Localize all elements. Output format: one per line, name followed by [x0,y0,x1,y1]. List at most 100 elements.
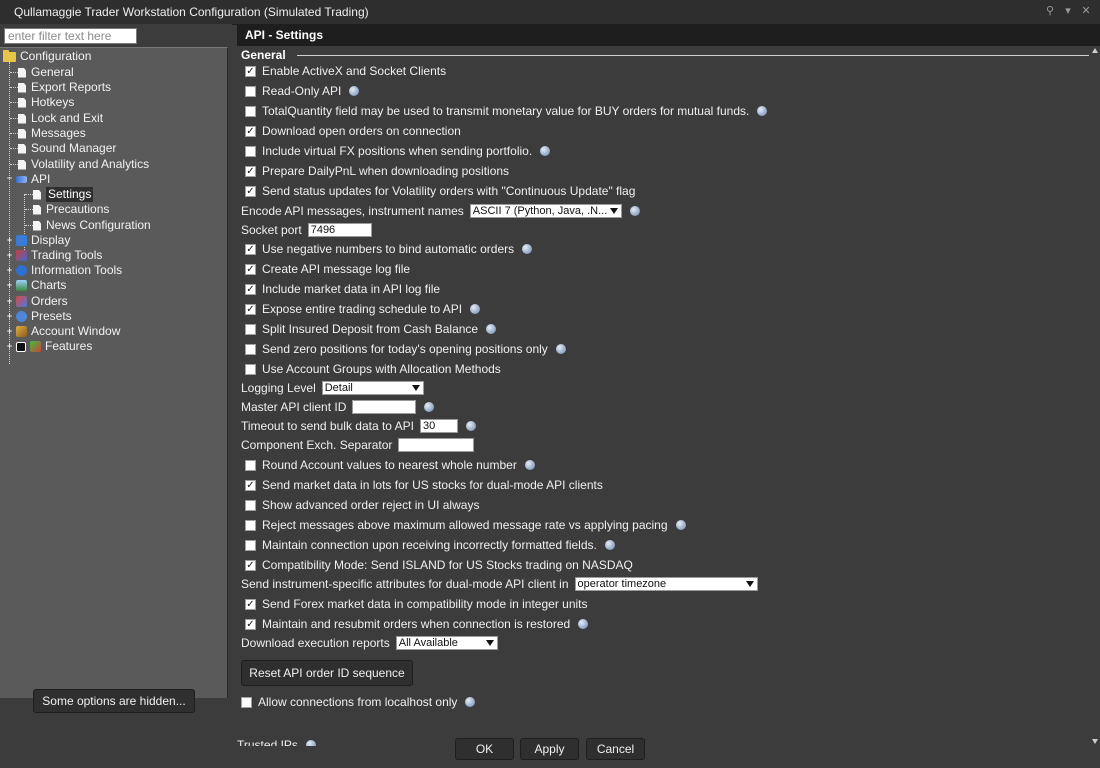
instrument-attributes-dropdown[interactable]: operator timezone [574,577,758,591]
tree-item-news-configuration[interactable]: News Configuration [33,218,151,233]
tree-item-trading-tools[interactable]: Trading Tools [16,248,102,263]
help-icon[interactable] [305,740,316,746]
checkbox[interactable]: ✓ [245,618,256,630]
tree-item-presets[interactable]: Presets [16,309,72,324]
expand-icon[interactable]: + [6,342,13,351]
chevron-down-icon[interactable]: ▾ [1062,4,1074,18]
encode-dropdown[interactable]: ASCII 7 (Python, Java, .N... [469,204,622,218]
checkbox[interactable]: ✓ [245,263,256,275]
checkbox[interactable] [245,85,256,97]
setting-localhost-only[interactable]: Allow connections from localhost only [241,693,476,711]
ok-button[interactable]: OK [455,738,514,760]
setting-maintain-connection[interactable]: Maintain connection upon receiving incor… [245,536,615,554]
help-icon[interactable] [524,460,535,470]
setting-expose-schedule[interactable]: ✓ Expose entire trading schedule to API [245,300,481,318]
setting-send-zero-positions[interactable]: Send zero positions for today's opening … [245,340,566,358]
master-client-id-input[interactable] [352,400,417,414]
setting-create-log[interactable]: ✓ Create API message log file [245,260,410,278]
apply-button[interactable]: Apply [520,738,579,760]
setting-market-data-lots[interactable]: ✓ Send market data in lots for US stocks… [245,476,603,494]
help-icon[interactable] [757,106,768,116]
expand-icon[interactable]: + [6,266,13,275]
checkbox[interactable] [241,696,252,708]
expand-icon[interactable]: + [6,251,13,260]
component-separator-input[interactable] [398,438,475,452]
tree-item-api[interactable]: API [16,172,50,187]
tree-item-lock-and-exit[interactable]: Lock and Exit [18,111,103,126]
help-icon[interactable] [604,540,615,550]
help-icon[interactable] [349,86,360,96]
setting-account-groups[interactable]: Use Account Groups with Allocation Metho… [245,360,501,378]
tree-item-account-window[interactable]: Account Window [16,324,120,339]
filter-input[interactable] [4,28,137,44]
tree-item-features[interactable]: Features [16,339,92,354]
setting-reject-messages[interactable]: Reject messages above maximum allowed me… [245,516,686,534]
help-icon[interactable] [522,244,533,254]
socket-port-input[interactable]: 7496 [307,223,372,237]
scroll-down-icon[interactable] [1092,739,1098,744]
checkbox[interactable] [245,519,256,531]
logging-level-dropdown[interactable]: Detail [321,381,424,395]
setting-download-open-orders[interactable]: ✓ Download open orders on connection [245,122,461,140]
checkbox[interactable]: ✓ [245,303,256,315]
help-icon[interactable] [466,421,476,431]
setting-daily-pnl[interactable]: ✓ Prepare DailyPnL when downloading posi… [245,162,509,180]
setting-total-quantity[interactable]: TotalQuantity field may be used to trans… [245,102,768,120]
help-icon[interactable] [555,344,566,354]
tree-item-settings[interactable]: Settings [33,187,94,202]
help-icon[interactable] [578,619,589,629]
help-icon[interactable] [540,146,551,156]
expand-icon[interactable]: + [6,281,13,290]
tree-item-orders[interactable]: Orders [16,294,68,309]
checkbox[interactable]: ✓ [245,559,256,571]
expand-icon[interactable]: + [6,327,13,336]
help-icon[interactable] [470,304,481,314]
tree-item-hotkeys[interactable]: Hotkeys [18,95,74,110]
checkbox[interactable]: ✓ [245,243,256,255]
tree-item-export-reports[interactable]: Export Reports [18,80,111,95]
setting-virtual-fx[interactable]: Include virtual FX positions when sendin… [245,142,551,160]
checkbox[interactable] [245,539,256,551]
help-icon[interactable] [465,697,476,707]
checkbox[interactable] [245,145,256,157]
help-icon[interactable] [629,206,640,216]
setting-split-insured[interactable]: Split Insured Deposit from Cash Balance [245,320,497,338]
tree-item-information-tools[interactable]: Information Tools [16,263,122,278]
tree-item-configuration[interactable]: Configuration [3,49,91,64]
execution-reports-dropdown[interactable]: All Available [395,636,498,650]
expand-icon[interactable]: + [6,297,13,306]
checkbox[interactable] [245,343,256,355]
setting-read-only-api[interactable]: Read-Only API [245,82,360,100]
setting-round-account[interactable]: Round Account values to nearest whole nu… [245,456,535,474]
close-icon[interactable]: ✕ [1080,4,1092,18]
setting-forex-integer[interactable]: ✓ Send Forex market data in compatibilit… [245,595,588,613]
collapse-icon[interactable]: − [6,174,13,183]
setting-negative-numbers[interactable]: ✓ Use negative numbers to bind automatic… [245,240,533,258]
tree-item-messages[interactable]: Messages [18,126,86,141]
checkbox[interactable]: ✓ [245,65,256,77]
help-icon[interactable] [486,324,497,334]
reset-order-id-button[interactable]: Reset API order ID sequence [241,660,413,686]
checkbox[interactable] [245,323,256,335]
tree-item-volatility-and-analytics[interactable]: Volatility and Analytics [18,157,149,172]
timeout-input[interactable]: 30 [420,419,458,433]
vertical-scrollbar[interactable] [1090,46,1100,746]
checkbox[interactable]: ✓ [245,479,256,491]
checkbox[interactable] [245,363,256,375]
expand-icon[interactable]: + [6,312,13,321]
cancel-button[interactable]: Cancel [586,738,645,760]
some-options-hidden-button[interactable]: Some options are hidden... [33,689,195,713]
setting-compatibility-mode[interactable]: ✓ Compatibility Mode: Send ISLAND for US… [245,556,633,574]
setting-include-market-data[interactable]: ✓ Include market data in API log file [245,280,440,298]
checkbox[interactable] [245,459,256,471]
checkbox[interactable]: ✓ [245,165,256,177]
tree-item-sound-manager[interactable]: Sound Manager [18,141,116,156]
help-icon[interactable] [424,402,435,412]
checkbox[interactable]: ✓ [245,598,256,610]
pin-icon[interactable]: ⚲ [1044,4,1056,18]
tree-item-general[interactable]: General [18,65,74,80]
setting-advanced-reject[interactable]: Show advanced order reject in UI always [245,496,479,514]
tree-item-charts[interactable]: Charts [16,278,66,293]
setting-enable-activex[interactable]: ✓ Enable ActiveX and Socket Clients [245,62,446,80]
scroll-up-icon[interactable] [1092,48,1098,53]
